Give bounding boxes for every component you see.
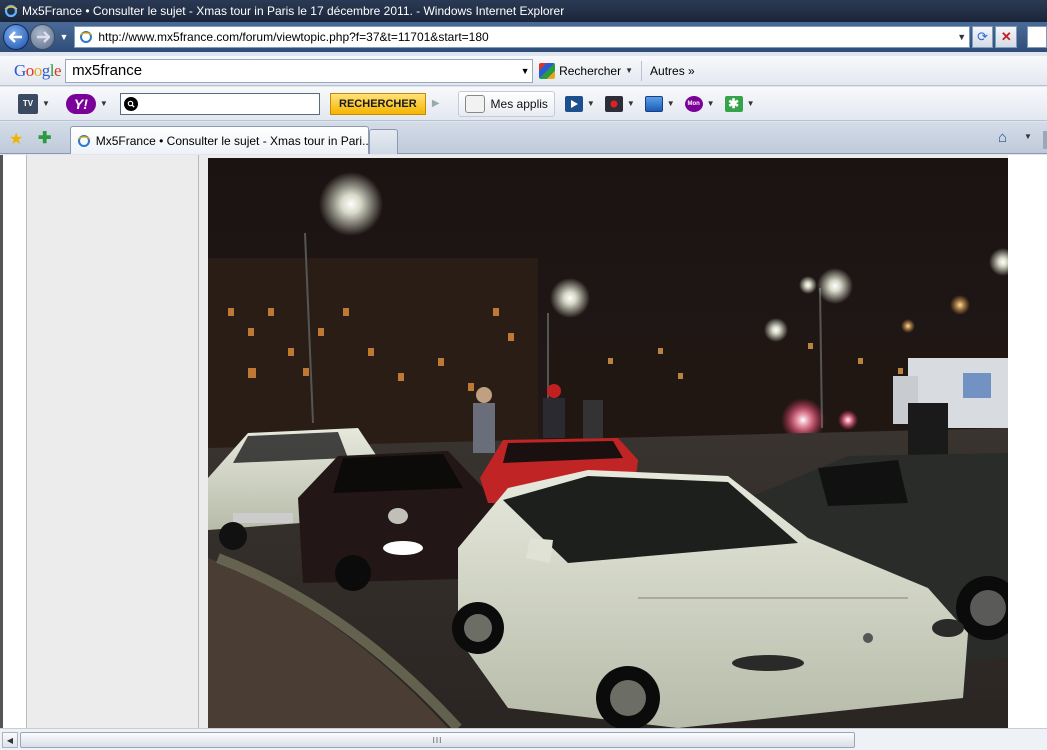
horizontal-scrollbar[interactable]: ◀ III xyxy=(0,728,1047,750)
record-icon[interactable] xyxy=(604,95,623,112)
apps-icon xyxy=(464,94,485,113)
my-apps-label: Mes applis xyxy=(490,96,548,111)
tab-bar: ★ ✚ Mx5France • Consulter le sujet - Xma… xyxy=(0,122,1047,154)
chevron-down-icon[interactable]: ▼ xyxy=(42,99,50,108)
refresh-button[interactable]: ⟳ xyxy=(971,26,994,48)
scroll-grip: III xyxy=(432,735,443,745)
google-search-icon xyxy=(539,62,556,79)
google-logo: Google xyxy=(14,60,62,80)
post-author-column xyxy=(28,155,198,728)
tv-label: TV xyxy=(22,98,34,108)
url-dropdown-icon[interactable]: ▼ xyxy=(955,32,969,42)
yahoo-toolbar: TV ▼ Y! ▼ RECHERCHER ▶ Mes applis ▼ ▼ ▼ … xyxy=(0,87,1047,121)
google-search-input[interactable]: mx5france ▼ xyxy=(65,58,534,83)
tab-label: Mx5France • Consulter le sujet - Xmas to… xyxy=(95,133,368,148)
my-apps-button[interactable]: Mes applis xyxy=(457,90,555,117)
close-icon: ✕ xyxy=(1000,29,1012,44)
scroll-thumb[interactable]: III xyxy=(20,732,855,748)
mon-label: Mon xyxy=(687,100,700,107)
page-icon xyxy=(78,29,94,45)
address-bar[interactable]: http://www.mx5france.com/forum/viewtopic… xyxy=(74,26,970,48)
yahoo-logo-text: Y! xyxy=(73,95,88,112)
arrow-left-icon xyxy=(8,31,22,43)
chevron-down-icon[interactable]: ▼ xyxy=(667,99,675,108)
chevron-down-icon[interactable]: ▼ xyxy=(747,99,755,108)
forward-button[interactable] xyxy=(29,24,56,50)
page-content xyxy=(0,155,1047,728)
chevron-left-icon: ◀ xyxy=(6,735,14,745)
back-button[interactable] xyxy=(3,24,29,50)
google-search-button[interactable]: Rechercher ▼ xyxy=(539,62,634,79)
chevron-down-icon[interactable]: ▼ xyxy=(518,66,532,76)
play-icon[interactable] xyxy=(564,95,583,112)
ie-logo-icon xyxy=(76,133,92,149)
google-toolbar: Google mx5france ▼ Rechercher ▼ Autres » xyxy=(0,56,1047,86)
yahoo-search-input[interactable] xyxy=(119,92,320,115)
tv-icon[interactable]: TV xyxy=(18,93,38,114)
refresh-icon: ⟳ xyxy=(977,29,989,44)
mail-icon[interactable] xyxy=(644,95,663,112)
ie-logo-icon xyxy=(4,4,18,18)
post-photo xyxy=(208,158,1008,728)
chevron-down-icon: ▼ xyxy=(625,66,634,75)
divider xyxy=(641,60,643,81)
arrow-right-icon xyxy=(36,31,50,43)
star-icon[interactable]: ★ xyxy=(9,129,23,149)
title-bar: Mx5France • Consulter le sujet - Xmas to… xyxy=(0,0,1047,22)
more-button[interactable]: Autres » xyxy=(650,64,695,78)
asterisk-icon[interactable]: ✱ xyxy=(724,95,743,112)
search-icon xyxy=(123,96,138,111)
url-field[interactable]: http://www.mx5france.com/forum/viewtopic… xyxy=(98,30,954,44)
live-search-box[interactable] xyxy=(1027,26,1047,48)
mon-icon[interactable]: Mon xyxy=(684,95,703,112)
history-dropdown-icon[interactable]: ▼ xyxy=(59,32,68,42)
navigation-bar: ▼ http://www.mx5france.com/forum/viewtop… xyxy=(0,22,1047,52)
chevron-right-icon[interactable]: ▶ xyxy=(432,98,440,109)
chevron-down-icon[interactable]: ▼ xyxy=(587,99,595,108)
add-star-icon[interactable]: ✚ xyxy=(38,128,51,148)
yahoo-logo[interactable]: Y! xyxy=(65,93,96,114)
google-search-value[interactable]: mx5france xyxy=(72,62,518,79)
column-divider xyxy=(198,155,199,728)
left-margin xyxy=(3,155,27,728)
right-margin xyxy=(1008,155,1047,728)
tab-mx5france[interactable]: Mx5France • Consulter le sujet - Xmas to… xyxy=(70,126,369,154)
chevron-down-icon[interactable]: ▼ xyxy=(627,99,635,108)
chevron-down-icon[interactable]: ▼ xyxy=(100,99,108,108)
toolbar-overflow[interactable] xyxy=(1043,131,1047,149)
stop-button[interactable]: ✕ xyxy=(995,26,1018,48)
yahoo-search-button[interactable]: RECHERCHER xyxy=(329,92,426,115)
window-title: Mx5France • Consulter le sujet - Xmas to… xyxy=(22,4,565,18)
new-tab-button[interactable] xyxy=(369,129,398,154)
google-search-label: Rechercher xyxy=(559,63,622,78)
chevron-down-icon[interactable]: ▼ xyxy=(1024,132,1032,141)
chevron-down-icon[interactable]: ▼ xyxy=(707,99,715,108)
scroll-left-button[interactable]: ◀ xyxy=(2,732,18,748)
home-icon[interactable]: ⌂ xyxy=(998,129,1007,146)
